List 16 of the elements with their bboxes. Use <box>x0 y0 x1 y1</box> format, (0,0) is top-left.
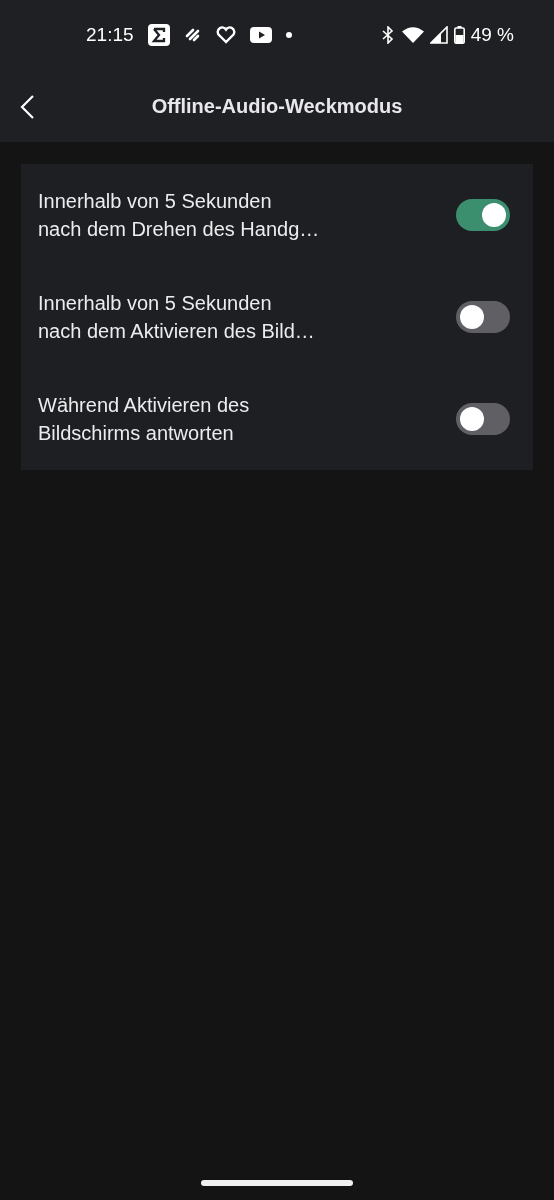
toggle-switch[interactable] <box>456 301 510 333</box>
signal-icon <box>429 26 448 44</box>
setting-label: Innerhalb von 5 Sekunden nach dem Drehen des Handg… <box>38 189 321 242</box>
dot-icon <box>285 32 292 38</box>
toggle-switch[interactable] <box>456 403 510 435</box>
setting-label: Während Aktivieren des Bildschirms antworten <box>38 393 251 446</box>
sigma-app-icon <box>147 24 170 46</box>
status-time: 21:15 <box>86 24 134 46</box>
toggle-switch[interactable] <box>456 199 510 231</box>
setting-label: Innerhalb von 5 Sekunden nach dem Aktivieren des Bild… <box>38 291 316 344</box>
video-play-icon <box>249 27 272 43</box>
wifi-icon <box>401 27 424 43</box>
page-title: Offline-Audio-Weckmodus <box>151 94 403 118</box>
battery-percent: 49 % <box>470 24 514 46</box>
heart-icon <box>215 26 236 44</box>
battery-icon <box>453 26 465 44</box>
